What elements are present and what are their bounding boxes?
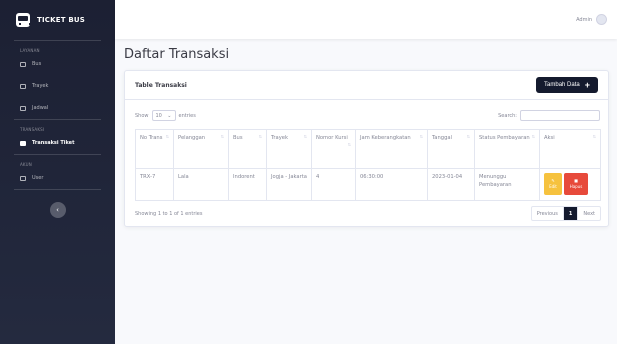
column-header[interactable]: Status Pembayaran ⇅ xyxy=(474,129,540,169)
table-row: TRX-7 Lala Indorent Jogja - Jakarta 4 06… xyxy=(135,168,601,201)
next-page-button[interactable]: Next xyxy=(578,207,600,220)
sidebar-item-jadwal[interactable]: Jadwal xyxy=(0,97,115,119)
user-icon xyxy=(20,175,26,181)
table-footer: Showing 1 to 1 of 1 entries Previous 1 N… xyxy=(135,206,601,221)
entries-selector: Show 10 ⌄ entries xyxy=(135,110,196,121)
topbar: Admin xyxy=(115,0,617,39)
edit-button[interactable]: ✎ Edit xyxy=(544,173,562,195)
table-header-row: No Trans ⇅ Pelanggan ⇅ Bus ⇅ Trayek ⇅ Nomor … xyxy=(135,129,601,169)
sidebar-toggle-button[interactable]: ‹ xyxy=(49,202,66,218)
card-title: Table Transaksi xyxy=(135,81,187,89)
column-header[interactable]: Aksi ⇅ xyxy=(539,129,601,169)
username: Admin xyxy=(576,16,592,23)
delete-button[interactable]: ■ Hapus xyxy=(564,173,588,195)
page-title: Daftar Transaksi xyxy=(124,47,230,62)
sort-icon: ⇅ xyxy=(592,134,596,139)
transaction-table: No Trans ⇅ Pelanggan ⇅ Bus ⇅ Trayek ⇅ Nomor … xyxy=(135,129,601,201)
action-cell: ✎ Edit ■ Hapus xyxy=(539,168,601,201)
search-label: Search: xyxy=(498,112,517,119)
column-header[interactable]: No Trans ⇅ xyxy=(135,129,174,169)
sidebar-item-label: Jadwal xyxy=(32,105,49,111)
table-cell: Indorent xyxy=(228,168,267,201)
sort-icon: ⇅ xyxy=(220,134,224,139)
table-cell: Lala xyxy=(173,168,229,201)
search-control: Search: xyxy=(498,110,600,121)
pagination: Previous 1 Next xyxy=(530,206,601,221)
sidebar-item-label: User xyxy=(32,175,44,181)
table-cell: Jogja - Jakarta xyxy=(266,168,312,201)
add-data-button[interactable]: Tambah Data + xyxy=(536,77,598,93)
sidebar-heading-layanan: LAYANAN xyxy=(20,48,40,53)
column-header[interactable]: Jam Keberangkatan ⇅ xyxy=(355,129,428,169)
sidebar-item-transaksi-tiket[interactable]: Transaksi Tiket xyxy=(0,132,115,154)
card-header: Table Transaksi Tambah Data + xyxy=(125,71,608,100)
sidebar-heading-transaksi: TRANSAKSI xyxy=(20,127,45,132)
sort-icon: ⇅ xyxy=(303,134,307,139)
avatar[interactable] xyxy=(596,14,607,25)
show-label: Show xyxy=(135,112,149,119)
user-menu[interactable]: Admin xyxy=(576,14,607,25)
column-header[interactable]: Nomor Kursi ⇅ xyxy=(311,129,356,169)
sort-icon: ⇅ xyxy=(165,134,169,139)
brand[interactable]: TICKET BUS xyxy=(0,0,115,40)
table-cell: Menunggu Pembayaran xyxy=(474,168,540,201)
sort-icon: ⇅ xyxy=(419,134,423,139)
page-1-button[interactable]: 1 xyxy=(563,207,579,220)
table-cell: 06:30:00 xyxy=(355,168,428,201)
sidebar-item-label: Transaksi Tiket xyxy=(32,140,75,146)
plus-icon: + xyxy=(584,80,590,90)
column-header[interactable]: Pelanggan ⇅ xyxy=(173,129,229,169)
bus-logo-icon xyxy=(16,13,31,27)
sidebar-item-trayek[interactable]: Trayek xyxy=(0,75,115,97)
sort-icon: ⇅ xyxy=(258,134,262,139)
sidebar-item-label: Trayek xyxy=(32,83,49,89)
calendar-icon xyxy=(20,105,26,111)
column-header[interactable]: Bus ⇅ xyxy=(228,129,267,169)
brand-title: TICKET BUS xyxy=(37,16,85,24)
sidebar-item-bus[interactable]: Bus xyxy=(0,53,115,75)
sidebar-item-label: Bus xyxy=(32,61,42,67)
table-cell: TRX-7 xyxy=(135,168,174,201)
entries-select[interactable]: 10 ⌄ xyxy=(151,110,176,121)
transaction-card: Table Transaksi Tambah Data + Show 10 ⌄ en… xyxy=(124,70,609,227)
search-input[interactable] xyxy=(520,110,600,121)
previous-page-button[interactable]: Previous xyxy=(532,207,564,220)
route-icon xyxy=(20,83,26,89)
chevron-down-icon: ⌄ xyxy=(167,113,172,119)
bus-icon xyxy=(20,61,26,67)
receipt-icon xyxy=(20,140,26,146)
sidebar-heading-akun: AKUN xyxy=(20,162,32,167)
sidebar-item-user[interactable]: User xyxy=(0,167,115,189)
entries-label: entries xyxy=(178,112,196,119)
sort-icon: ⇅ xyxy=(531,134,535,139)
entries-info: Showing 1 to 1 of 1 entries xyxy=(135,210,203,217)
sort-icon: ⇅ xyxy=(466,134,470,139)
table-cell: 4 xyxy=(311,168,356,201)
sidebar-divider xyxy=(14,189,101,190)
add-button-label: Tambah Data xyxy=(544,82,580,88)
sidebar: TICKET BUS LAYANAN Bus Trayek Jadwal TRA… xyxy=(0,0,115,344)
sort-icon: ⇅ xyxy=(347,142,351,148)
table-controls: Show 10 ⌄ entries Search: xyxy=(135,110,600,121)
column-header[interactable]: Trayek ⇅ xyxy=(266,129,312,169)
table-cell: 2023-01-04 xyxy=(427,168,475,201)
column-header[interactable]: Tanggal ⇅ xyxy=(427,129,475,169)
